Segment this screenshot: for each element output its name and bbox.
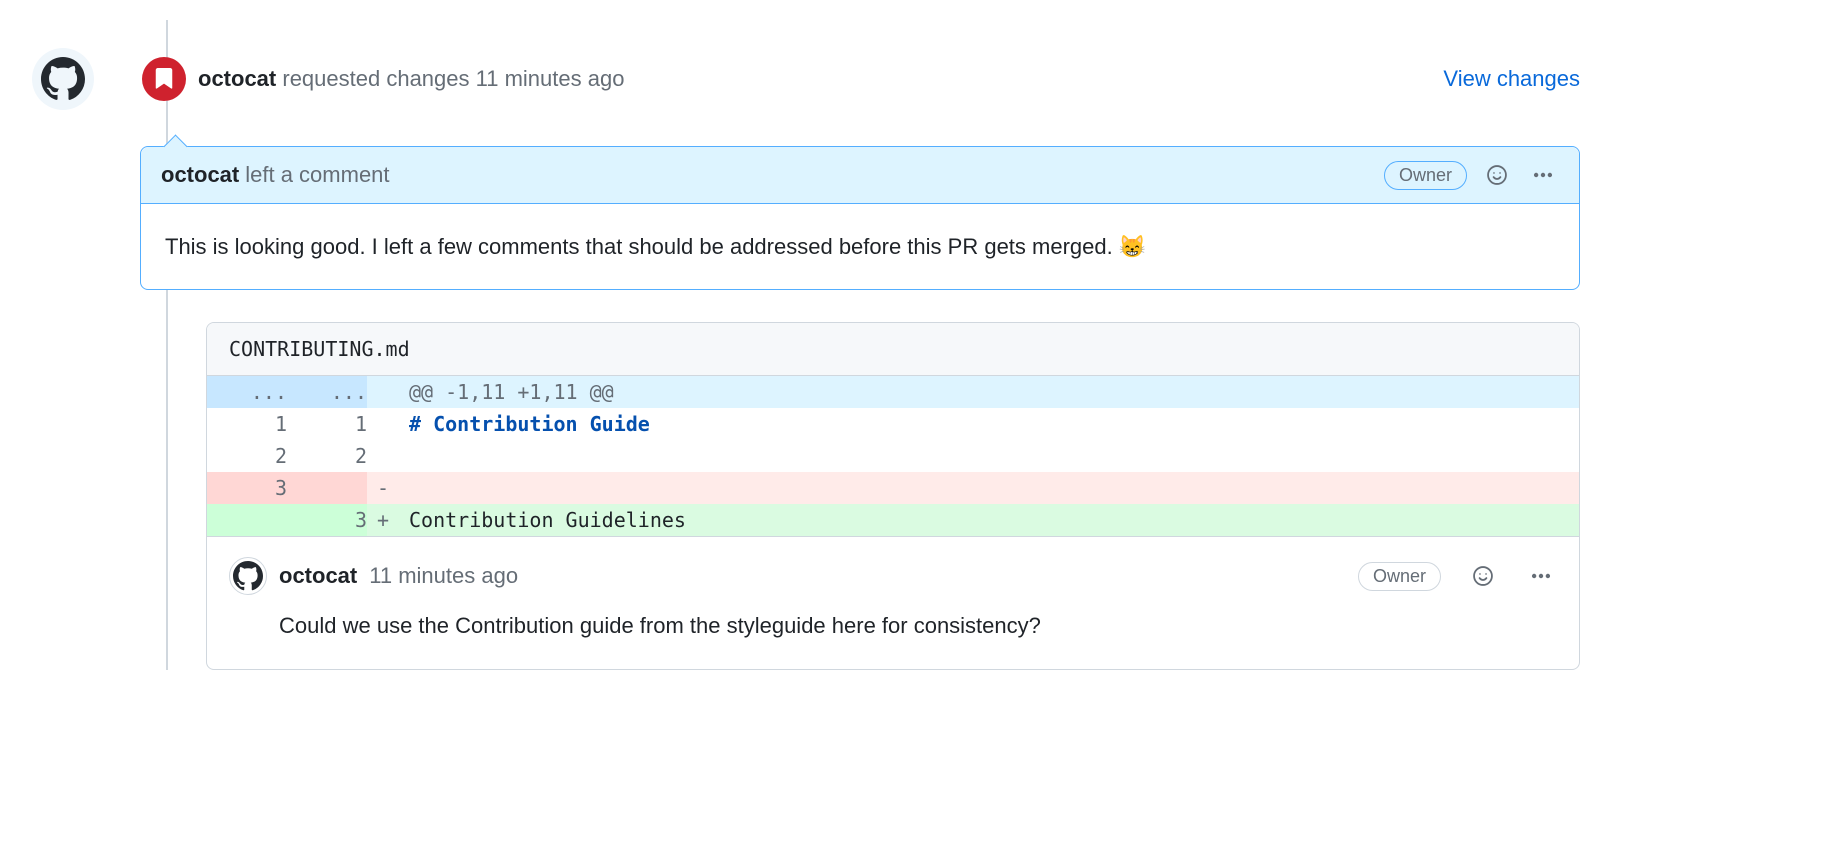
reaction-icon[interactable] [1481,159,1513,191]
timeline-line [166,20,168,670]
code-line [399,440,1579,472]
diff-marker: - [367,472,399,504]
octocat-icon [41,57,85,101]
comment-header: octocat left a comment Owner [141,147,1579,204]
comment-action: left a comment [245,162,389,188]
diff-row-addition[interactable]: 3 + Contribution Guidelines [207,504,1579,536]
hunk-header: @@ -1,11 +1,11 @@ [399,376,1579,408]
view-changes-link[interactable]: View changes [1443,66,1580,92]
expand-hunk[interactable]: ... [207,376,287,408]
kebab-icon[interactable] [1527,159,1559,191]
review-summary: octocat requested changes 11 minutes ago [198,66,1431,92]
old-line-num [207,504,287,536]
owner-badge: Owner [1358,562,1441,591]
inline-comment-body: Could we use the Contribution guide from… [229,595,1557,639]
code-line: Contribution Guidelines [399,504,1579,536]
code-line [399,472,1579,504]
avatar[interactable] [32,48,94,110]
changes-requested-icon [142,57,186,101]
file-diff-box: CONTRIBUTING.md ... ... @@ -1,11 +1,11 @… [206,322,1580,670]
diff-table: ... ... @@ -1,11 +1,11 @@ 1 1 # Contribu… [207,376,1579,536]
owner-badge: Owner [1384,161,1467,190]
new-line-num: 2 [287,440,367,472]
diff-row-deletion[interactable]: 3 - [207,472,1579,504]
old-line-num: 2 [207,440,287,472]
old-line-num: 3 [207,472,287,504]
review-comment-box: octocat left a comment Owner This is loo… [140,146,1580,290]
file-name[interactable]: CONTRIBUTING.md [207,323,1579,376]
reaction-icon[interactable] [1467,560,1499,592]
inline-username[interactable]: octocat [279,563,357,589]
review-header: octocat requested changes 11 minutes ago… [20,20,1580,110]
inline-comment-header: octocat 11 minutes ago Owner [229,557,1557,595]
kebab-icon[interactable] [1525,560,1557,592]
diff-marker [367,408,399,440]
hunk-header-row[interactable]: ... ... @@ -1,11 +1,11 @@ [207,376,1579,408]
diff-marker [367,440,399,472]
code-line: # Contribution Guide [399,408,1579,440]
inline-comment: octocat 11 minutes ago Owner Could we us… [207,536,1579,669]
inline-time[interactable]: 11 minutes ago [369,563,518,589]
old-line-num: 1 [207,408,287,440]
reviewer-username[interactable]: octocat [198,66,276,91]
new-line-num: 3 [287,504,367,536]
new-line-num: 1 [287,408,367,440]
diff-row[interactable]: 2 2 [207,440,1579,472]
avatar[interactable] [229,557,267,595]
octocat-icon [233,561,263,591]
review-time[interactable]: 11 minutes ago [476,66,625,91]
new-line-num [287,472,367,504]
diff-marker: + [367,504,399,536]
comment-body: This is looking good. I left a few comme… [141,204,1579,289]
expand-hunk[interactable]: ... [287,376,367,408]
comment-username[interactable]: octocat [161,162,239,188]
diff-row[interactable]: 1 1 # Contribution Guide [207,408,1579,440]
review-action: requested changes [282,66,469,91]
